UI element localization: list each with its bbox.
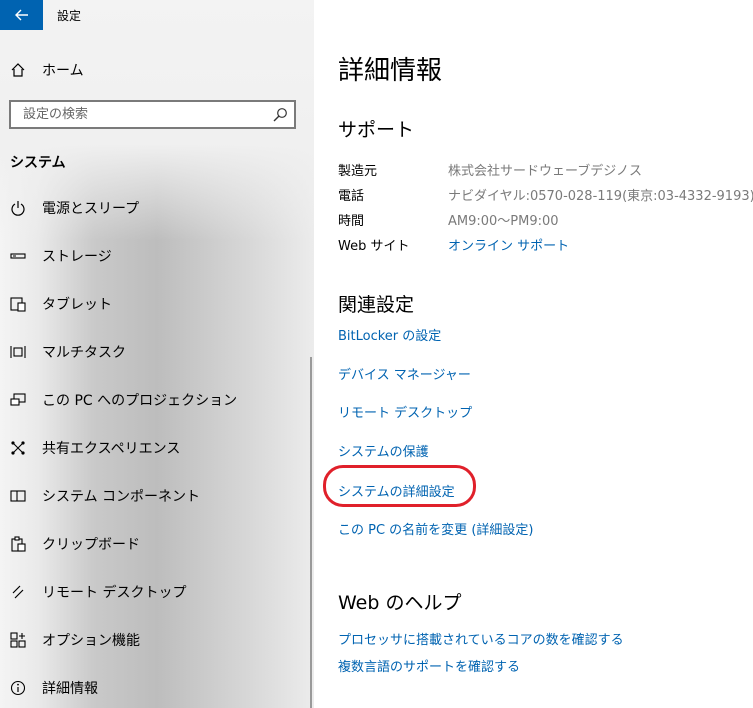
- search-icon[interactable]: [272, 107, 288, 123]
- page-title: 詳細情報: [338, 56, 443, 86]
- sidebar-item-label: 詳細情報: [42, 681, 98, 697]
- projection-icon: [9, 391, 27, 409]
- sidebar-item-label: 電源とスリープ: [42, 201, 140, 217]
- sidebar-item-shared-experience[interactable]: 共有エクスペリエンス: [0, 428, 314, 468]
- sidebar-item-clipboard[interactable]: クリップボード: [0, 524, 314, 564]
- sidebar-item-label: この PC へのプロジェクション: [42, 393, 238, 409]
- sidebar-item-tablet[interactable]: タブレット: [0, 284, 314, 324]
- sidebar-section-title: システム: [10, 155, 66, 171]
- sidebar-item-label: リモート デスクトップ: [42, 585, 187, 601]
- shared-experience-icon: [9, 439, 27, 457]
- phone-key: 電話: [338, 189, 365, 204]
- sidebar-item-label: マルチタスク: [42, 345, 126, 361]
- optional-features-icon: [9, 631, 27, 649]
- highlight-annotation: [323, 465, 476, 507]
- manufacturer-key: 製造元: [338, 164, 378, 179]
- online-support-link[interactable]: オンライン サポート: [448, 235, 569, 254]
- search-box[interactable]: [9, 100, 296, 129]
- sidebar-item-multitask[interactable]: マルチタスク: [0, 332, 314, 372]
- bitlocker-settings-link[interactable]: BitLocker の設定: [338, 325, 441, 344]
- manufacturer-value: 株式会社サードウェーブデジノス: [448, 164, 642, 179]
- info-icon: [9, 679, 27, 697]
- sidebar-item-home[interactable]: ホーム: [0, 50, 314, 90]
- storage-icon: [9, 247, 27, 265]
- sidebar-item-about[interactable]: 詳細情報: [0, 668, 314, 708]
- web-help-heading: Web のヘルプ: [338, 592, 462, 614]
- sidebar-item-label: オプション機能: [42, 633, 140, 649]
- main-content: 詳細情報 サポート 製造元 株式会社サードウェーブデジノス 電話 ナビダイヤル:…: [314, 0, 753, 708]
- sidebar-item-power[interactable]: 電源とスリープ: [0, 188, 314, 228]
- sidebar-item-system-components[interactable]: システム コンポーネント: [0, 476, 314, 516]
- rename-pc-link[interactable]: この PC の名前を変更 (詳細設定): [338, 519, 533, 538]
- sidebar-item-storage[interactable]: ストレージ: [0, 236, 314, 276]
- hours-key: 時間: [338, 214, 365, 229]
- website-key: Web サイト: [338, 239, 410, 254]
- sidebar-item-label: ストレージ: [42, 249, 112, 265]
- sidebar-item-label: 共有エクスペリエンス: [42, 441, 181, 457]
- home-icon: [9, 61, 27, 79]
- related-settings-heading: 関連設定: [338, 294, 415, 316]
- device-manager-link[interactable]: デバイス マネージャー: [338, 364, 471, 383]
- processor-cores-help-link[interactable]: プロセッサに搭載されているコアの数を確認する: [338, 629, 624, 648]
- sidebar-scrollbar[interactable]: [310, 357, 312, 708]
- sidebar-item-label: ホーム: [42, 63, 84, 79]
- sidebar-item-remote-desktop[interactable]: リモート デスクトップ: [0, 572, 314, 612]
- back-arrow-icon: [14, 9, 28, 21]
- search-input[interactable]: [11, 102, 263, 126]
- window-title: 設定: [57, 9, 82, 23]
- sidebar-item-optional-features[interactable]: オプション機能: [0, 620, 314, 660]
- title-bar: 設定: [0, 0, 314, 30]
- hours-value: AM9:00～PM9:00: [448, 214, 559, 229]
- power-icon: [9, 199, 27, 217]
- tablet-icon: [9, 295, 27, 313]
- system-protection-link[interactable]: システムの保護: [338, 441, 429, 460]
- remote-desktop-icon: [9, 583, 27, 601]
- remote-desktop-link[interactable]: リモート デスクトップ: [338, 402, 472, 421]
- sidebar-item-label: クリップボード: [42, 537, 140, 553]
- system-components-icon: [9, 487, 27, 505]
- sidebar-item-label: タブレット: [42, 297, 112, 313]
- back-button[interactable]: [0, 0, 43, 30]
- phone-value: ナビダイヤル:0570-028-119(東京:03-4332-9193): [448, 189, 753, 204]
- sidebar-item-label: システム コンポーネント: [42, 489, 201, 505]
- multitask-icon: [9, 343, 27, 361]
- sidebar: 設定 ホーム システム 電源とスリープ ストレージ タブレット: [0, 0, 314, 708]
- multi-language-help-link[interactable]: 複数言語のサポートを確認する: [338, 656, 520, 675]
- clipboard-icon: [9, 535, 27, 553]
- support-heading: サポート: [338, 119, 415, 141]
- sidebar-item-projection[interactable]: この PC へのプロジェクション: [0, 380, 314, 420]
